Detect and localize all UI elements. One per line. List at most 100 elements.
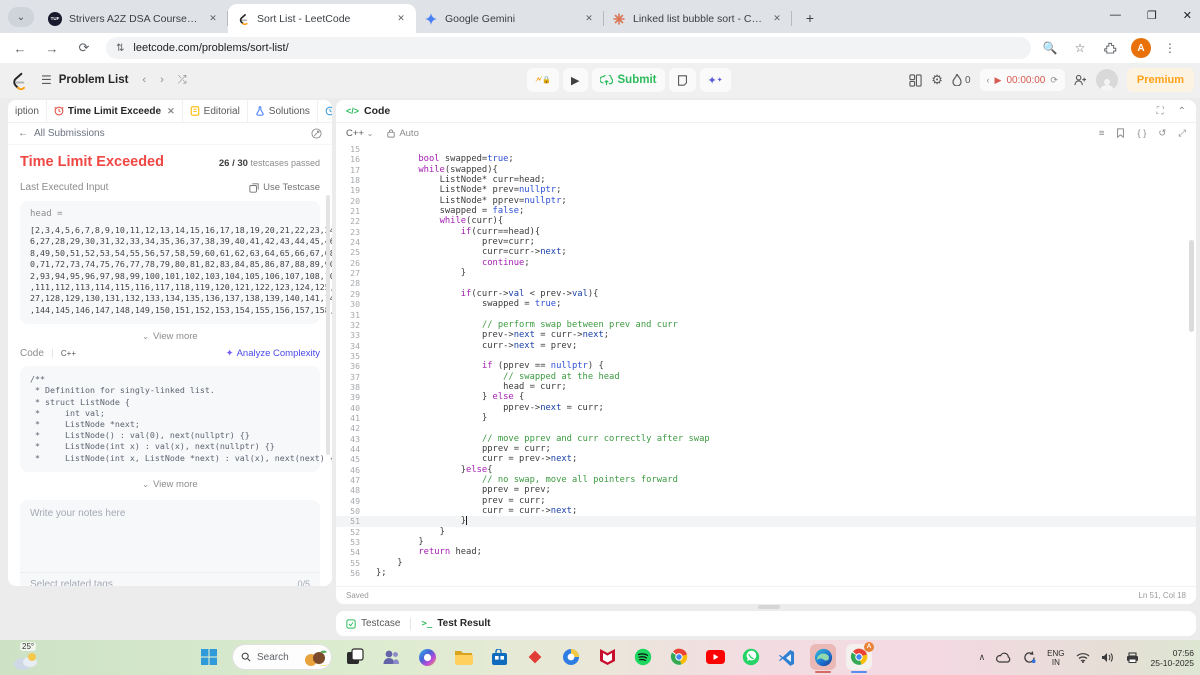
- code-line-16[interactable]: 16 bool swapped=true;: [336, 154, 1196, 164]
- site-settings-icon[interactable]: ⇅: [116, 43, 125, 54]
- code-line-32[interactable]: 32 // perform swap between prev and curr: [336, 320, 1196, 330]
- start-button[interactable]: [196, 644, 222, 670]
- tab-close-icon[interactable]: ✕: [770, 12, 784, 26]
- minimize-button[interactable]: —: [1110, 9, 1121, 21]
- code-line-51[interactable]: 51 }: [336, 516, 1196, 527]
- problem-list-icon[interactable]: ☰: [41, 73, 52, 87]
- view-more-input[interactable]: ⌄ View more: [20, 331, 320, 342]
- code-line-41[interactable]: 41 }: [336, 413, 1196, 423]
- forward-button[interactable]: →: [40, 36, 64, 60]
- code-line-31[interactable]: 31: [336, 310, 1196, 320]
- panel-tab-iption[interactable]: iption: [8, 100, 47, 122]
- taskbar-search[interactable]: Search: [232, 644, 332, 670]
- tab-close-icon[interactable]: ✕: [206, 12, 220, 26]
- code-line-26[interactable]: 26 continue;: [336, 258, 1196, 268]
- panel-tab-editorial[interactable]: Editorial: [183, 100, 248, 122]
- volume-icon[interactable]: [1101, 652, 1114, 663]
- user-avatar[interactable]: [1095, 69, 1118, 91]
- collapse-panel-icon[interactable]: ⌃: [1178, 106, 1186, 117]
- code-line-34[interactable]: 34 curr->next = prev;: [336, 341, 1196, 351]
- tab-testcase[interactable]: Testcase: [346, 618, 400, 629]
- code-line-46[interactable]: 46 }else{: [336, 465, 1196, 475]
- bookmark-icon[interactable]: [1116, 127, 1125, 139]
- code-line-43[interactable]: 43 // move pprev and curr correctly afte…: [336, 434, 1196, 444]
- timer-play-icon[interactable]: ▶: [995, 75, 1002, 86]
- settings-gear-icon[interactable]: ⚙: [931, 72, 943, 88]
- tab-search-chevron-icon[interactable]: ⌄: [8, 7, 34, 27]
- browser-tab[interactable]: Linked list bubble sort - Claude ✕: [604, 4, 792, 33]
- taskbar-app-youtube[interactable]: [702, 644, 728, 670]
- code-line-20[interactable]: 20 ListNode* pprev=nullptr;: [336, 196, 1196, 206]
- back-arrow-icon[interactable]: ←: [18, 128, 28, 139]
- bookmark-star-icon[interactable]: ☆: [1069, 37, 1091, 59]
- sync-icon[interactable]: [1023, 651, 1036, 664]
- editor-scrollbar[interactable]: [1189, 240, 1194, 332]
- taskbar-app-file-explorer[interactable]: [450, 644, 476, 670]
- code-line-39[interactable]: 39 } else {: [336, 392, 1196, 402]
- code-line-53[interactable]: 53 }: [336, 537, 1196, 547]
- taskbar-app-spotify[interactable]: [630, 644, 656, 670]
- taskbar-app-mcafee[interactable]: [594, 644, 620, 670]
- reset-code-icon[interactable]: { }: [1137, 128, 1146, 139]
- code-line-15[interactable]: 15: [336, 144, 1196, 154]
- code-line-49[interactable]: 49 prev = curr;: [336, 496, 1196, 506]
- code-line-29[interactable]: 29 if(curr->val < prev->val){: [336, 289, 1196, 299]
- panel-tab-submissio[interactable]: Submissio: [318, 100, 332, 122]
- back-button[interactable]: ←: [8, 36, 32, 60]
- code-line-48[interactable]: 48 pprev = prev;: [336, 485, 1196, 495]
- tab-close-icon[interactable]: ✕: [167, 106, 175, 117]
- taskbar-app-red-diamond-app[interactable]: [522, 644, 548, 670]
- close-button[interactable]: ✕: [1183, 9, 1192, 22]
- code-line-33[interactable]: 33 prev->next = curr->next;: [336, 330, 1196, 340]
- onedrive-icon[interactable]: [996, 652, 1012, 663]
- all-submissions-link[interactable]: All Submissions: [34, 128, 105, 139]
- code-line-50[interactable]: 50 curr = curr->next;: [336, 506, 1196, 516]
- printer-icon[interactable]: [1125, 652, 1140, 663]
- submit-button[interactable]: Submit: [591, 68, 665, 92]
- code-line-19[interactable]: 19 ListNode* prev=nullptr;: [336, 185, 1196, 195]
- analyze-complexity-button[interactable]: ✦ Analyze Complexity: [226, 348, 320, 359]
- code-line-21[interactable]: 21 swapped = false;: [336, 206, 1196, 216]
- problem-list-label[interactable]: Problem List: [59, 74, 129, 86]
- browser-tab[interactable]: TUF Strivers A2Z DSA Course/Sheet ✕: [40, 4, 228, 33]
- language-selector[interactable]: C++ ⌄: [346, 128, 373, 139]
- code-line-25[interactable]: 25 curr=curr->next;: [336, 247, 1196, 257]
- code-line-24[interactable]: 24 prev=curr;: [336, 237, 1196, 247]
- code-line-44[interactable]: 44 pprev = curr;: [336, 444, 1196, 454]
- timer-reset-icon[interactable]: ⟳: [1050, 75, 1058, 86]
- tab-close-icon[interactable]: ✕: [394, 12, 408, 26]
- code-line-27[interactable]: 27 }: [336, 268, 1196, 278]
- taskbar-app-chrome-profile[interactable]: A: [846, 642, 874, 673]
- format-code-icon[interactable]: ≡: [1099, 128, 1105, 139]
- code-line-54[interactable]: 54 return head;: [336, 547, 1196, 557]
- code-line-17[interactable]: 17 while(swapped){: [336, 165, 1196, 175]
- undo-icon[interactable]: ↺: [1158, 128, 1166, 139]
- address-bar[interactable]: ⇅ leetcode.com/problems/sort-list/: [106, 37, 1031, 59]
- new-tab-button[interactable]: +: [798, 6, 822, 30]
- taskbar-app-edge[interactable]: [810, 644, 836, 673]
- code-line-28[interactable]: 28: [336, 278, 1196, 288]
- code-line-47[interactable]: 47 // no swap, move all pointers forward: [336, 475, 1196, 485]
- taskbar-app-chrome[interactable]: [666, 644, 692, 670]
- view-more-code[interactable]: ⌄ View more: [20, 479, 320, 490]
- browser-menu-icon[interactable]: ⋮: [1159, 37, 1181, 59]
- taskbar-app-microsoft-store[interactable]: [486, 644, 512, 670]
- shuffle-icon[interactable]: ⤮: [178, 74, 187, 87]
- code-line-55[interactable]: 55 }: [336, 558, 1196, 568]
- next-problem-icon[interactable]: ›: [160, 74, 164, 86]
- auto-format-toggle[interactable]: Auto: [387, 128, 419, 139]
- code-line-38[interactable]: 38 head = curr;: [336, 382, 1196, 392]
- run-button[interactable]: ▶: [563, 68, 588, 92]
- code-line-56[interactable]: 56};: [336, 568, 1196, 578]
- panel-tab-time-limit-exceede[interactable]: Time Limit Exceede ✕: [47, 100, 183, 122]
- browser-tab[interactable]: Sort List - LeetCode ✕: [228, 4, 416, 33]
- editor-lines[interactable]: 15 16 bool swapped=true; 17 while(swapped)…: [336, 144, 1196, 586]
- code-line-30[interactable]: 30 swapped = true;: [336, 299, 1196, 309]
- taskbar-app-edge-blue-yellow[interactable]: [558, 644, 584, 670]
- wifi-icon[interactable]: [1076, 652, 1090, 663]
- browser-profile-avatar[interactable]: A: [1131, 38, 1151, 58]
- fullscreen-icon[interactable]: ⛶: [1157, 106, 1164, 117]
- browser-tab[interactable]: Google Gemini ✕: [416, 4, 604, 33]
- taskbar-app-task-view[interactable]: [342, 644, 368, 670]
- code-line-22[interactable]: 22 while(curr){: [336, 216, 1196, 226]
